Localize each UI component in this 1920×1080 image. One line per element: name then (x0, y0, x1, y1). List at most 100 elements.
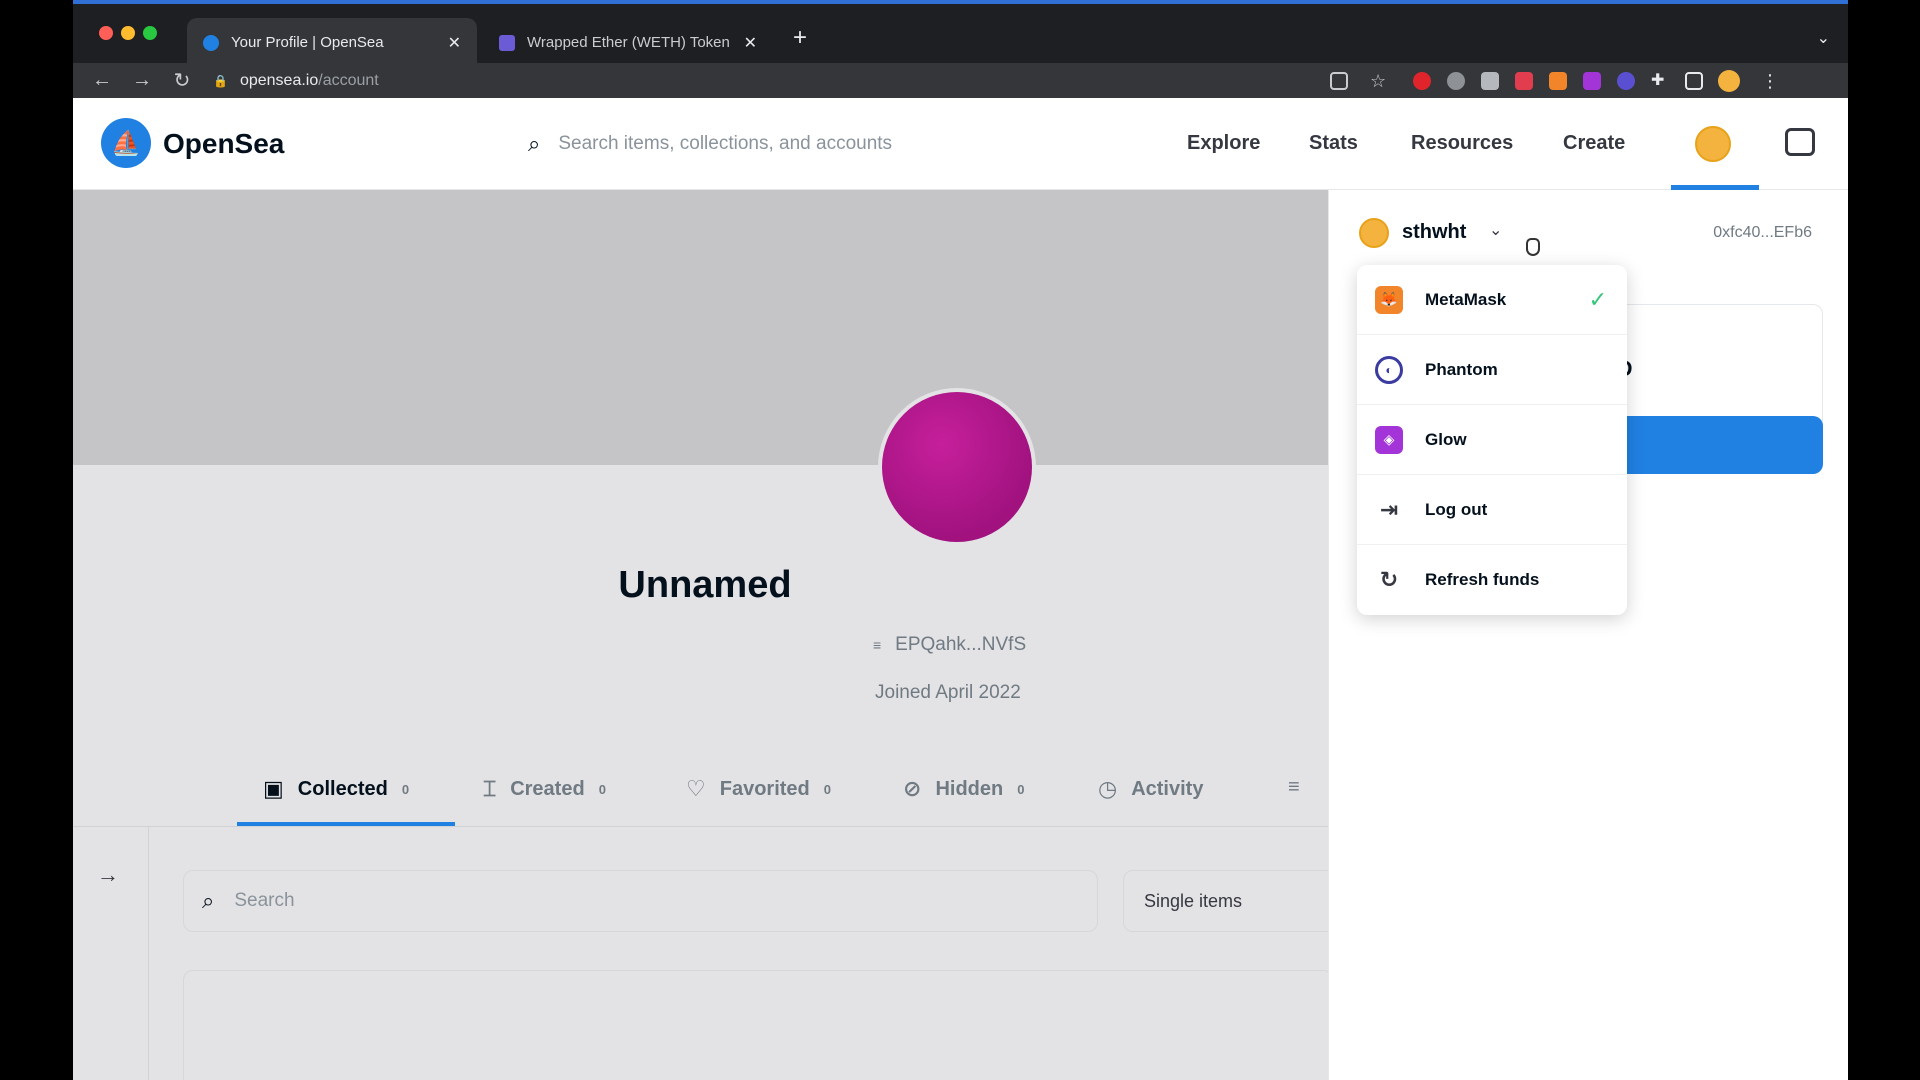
nav-resources[interactable]: Resources (1411, 132, 1513, 155)
opensea-favicon-icon (203, 34, 219, 51)
profile-avatar-icon[interactable] (1718, 70, 1740, 92)
profile-banner (73, 190, 1328, 465)
new-tab-icon[interactable]: + (793, 24, 807, 52)
tab-count: 0 (401, 781, 410, 797)
browser-toolbar: ← → ↻ 🔒 opensea.io/account ☆ ✚ ⋮ (73, 63, 1848, 98)
solana-icon: ≡ (873, 637, 882, 653)
menu-item-glow[interactable]: ◈ Glow (1357, 405, 1627, 475)
phantom-icon: ◐ (1375, 355, 1403, 384)
checkmark-icon: ✓ (1588, 286, 1607, 312)
tab-label: Activity (1131, 777, 1204, 800)
tabs-divider (73, 826, 1328, 827)
add-funds-button[interactable]: s (1593, 416, 1823, 474)
puzzle-extensions-icon[interactable]: ✚ (1651, 72, 1669, 90)
url-host: opensea.io (239, 72, 319, 89)
menu-item-label: Refresh funds (1425, 570, 1540, 589)
menu-item-label: MetaMask (1425, 289, 1507, 309)
menu-item-label: Log out (1425, 499, 1488, 519)
nav-create[interactable]: Create (1563, 132, 1625, 155)
search-placeholder: Search items, collections, and accounts (558, 133, 893, 154)
reload-icon[interactable]: ↻ (171, 68, 193, 93)
profile-avatar (878, 388, 1036, 546)
more-tabs-icon[interactable]: ≡ (1288, 776, 1300, 799)
wallet-icon[interactable] (1785, 128, 1815, 156)
metamask-extension-icon[interactable] (1549, 72, 1567, 90)
extension-tag-icon[interactable] (1515, 72, 1533, 90)
lock-icon: 🔒 (213, 74, 228, 88)
glow-extension-icon[interactable] (1583, 72, 1601, 90)
search-icon: ⌕ (202, 888, 215, 913)
nav-stats[interactable]: Stats (1309, 132, 1358, 155)
wallet-dropdown-menu: 🦊 MetaMask ✓ ◐ Phantom ◈ Glow ⇥ Log out … (1357, 265, 1627, 615)
menu-item-metamask[interactable]: 🦊 MetaMask ✓ (1357, 265, 1627, 335)
menu-item-phantom[interactable]: ◐ Phantom (1357, 335, 1627, 405)
tab-label: Created (510, 777, 585, 800)
tab-collected[interactable]: ▣ Collected 0 (263, 776, 409, 802)
browser-tab-profile[interactable]: Your Profile | OpenSea ✕ (187, 18, 477, 67)
view-mode-select[interactable]: Single items (1123, 870, 1343, 932)
tab-title: Wrapped Ether (WETH) Token (527, 34, 730, 51)
refresh-icon: ↻ (1379, 567, 1399, 592)
menu-item-label: Phantom (1425, 359, 1498, 379)
tab-count: 0 (1017, 781, 1025, 797)
forward-arrow-icon[interactable]: → (131, 69, 153, 92)
glow-icon: ◈ (1375, 425, 1403, 454)
opensea-logo-icon[interactable]: ⛵ (101, 118, 151, 168)
tab-hidden[interactable]: ⊘ Hidden 0 (903, 776, 1024, 802)
menu-item-label: Glow (1425, 429, 1467, 449)
back-arrow-icon[interactable]: ← (91, 69, 113, 92)
tab-count: 0 (823, 781, 831, 797)
profile-content: Unnamed ≡ EPQahk...NVfS Joined April 2022… (73, 190, 1343, 1080)
items-grid-empty (183, 970, 1333, 1080)
minimize-window-button[interactable] (121, 26, 135, 40)
nav-explore[interactable]: Explore (1187, 132, 1260, 155)
brand-name[interactable]: OpenSea (163, 128, 284, 160)
tab-title: Your Profile | OpenSea (231, 34, 384, 51)
zoom-window-button[interactable] (143, 26, 157, 40)
items-search-placeholder: Search (234, 890, 295, 911)
share-icon[interactable] (1330, 72, 1348, 90)
tab-count: 0 (598, 781, 606, 797)
close-tab-icon[interactable]: ✕ (744, 33, 757, 53)
profile-joined: Joined April 2022 (875, 682, 1021, 703)
menu-item-refresh-funds[interactable]: ↻ Refresh funds (1357, 545, 1627, 615)
browser-tab-weth[interactable]: Wrapped Ether (WETH) Token ✕ (483, 18, 773, 67)
tab-created[interactable]: ⌶ Created 0 (483, 776, 606, 802)
extension-red-icon[interactable] (1413, 72, 1431, 90)
extension-square-icon[interactable] (1481, 72, 1499, 90)
history-icon: ◷ (1098, 776, 1118, 801)
side-panel-icon[interactable] (1685, 72, 1703, 90)
wallet-username[interactable]: sthwht (1402, 221, 1466, 244)
chevron-down-icon[interactable]: ⌄ (1489, 220, 1502, 240)
profile-address[interactable]: ≡ EPQahk...NVfS (873, 634, 1026, 656)
tab-label: Hidden (935, 777, 1004, 800)
phantom-extension-icon[interactable] (1617, 72, 1635, 90)
tab-label: Collected (297, 777, 388, 800)
collected-icon: ▣ (263, 776, 284, 801)
wallet-avatar (1359, 218, 1389, 248)
extension-gray-icon[interactable] (1447, 72, 1465, 90)
more-menu-icon[interactable]: ⋮ (1761, 72, 1779, 90)
logout-icon: ⇥ (1379, 496, 1399, 522)
close-tab-icon[interactable]: ✕ (448, 33, 461, 53)
bookmark-star-icon[interactable]: ☆ (1370, 72, 1388, 90)
site-header: ⛵ OpenSea ⌕ Search items, collections, a… (73, 98, 1848, 190)
expand-filters-arrow-icon[interactable]: → (97, 862, 119, 888)
eye-off-icon: ⊘ (903, 776, 922, 801)
mouse-cursor-icon (1526, 238, 1540, 256)
url-path: /account (318, 72, 379, 89)
profile-address-text: EPQahk...NVfS (895, 634, 1027, 655)
heart-icon: ♡ (686, 776, 706, 801)
close-window-button[interactable] (99, 26, 113, 40)
site-search-input[interactable]: ⌕ Search items, collections, and account… (528, 120, 1163, 168)
menu-item-logout[interactable]: ⇥ Log out (1357, 475, 1627, 545)
metamask-icon: 🦊 (1375, 285, 1403, 314)
items-search-input[interactable]: ⌕ Search (183, 870, 1098, 932)
tab-search-chevron-icon[interactable]: ⌄ (1817, 28, 1830, 48)
wallet-address[interactable]: 0xfc40...EFb6 (1713, 224, 1812, 242)
address-bar[interactable]: 🔒 opensea.io/account (213, 67, 1313, 95)
tab-favorited[interactable]: ♡ Favorited 0 (686, 776, 831, 802)
browser-window: Your Profile | OpenSea ✕ Wrapped Ether (… (73, 0, 1848, 1080)
account-avatar-button[interactable] (1695, 126, 1731, 162)
tab-activity[interactable]: ◷ Activity (1098, 776, 1203, 802)
